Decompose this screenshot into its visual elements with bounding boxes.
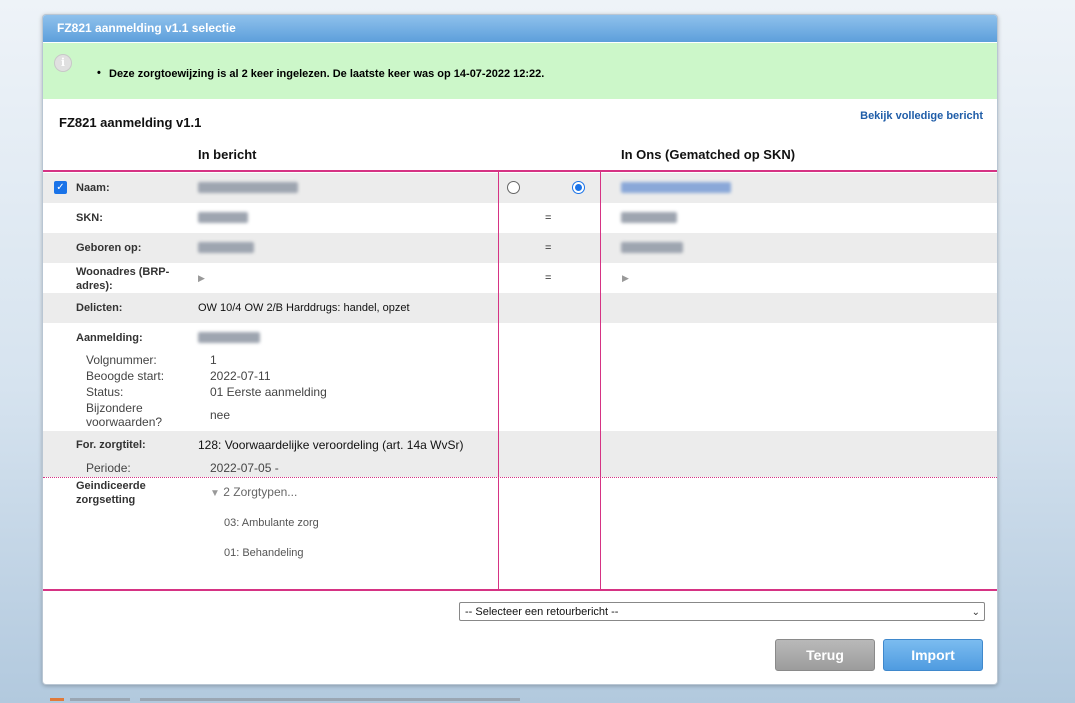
woonadres-ons-expand-icon[interactable]: ▶	[622, 273, 629, 284]
row-zorgtitel	[43, 431, 997, 477]
row-delicten	[43, 293, 997, 323]
delicten-value: OW 10/4 OW 2/B Harddrugs: handel, opzet	[198, 302, 410, 314]
notice-text: Deze zorgtoewijzing is al 2 keer ingelez…	[97, 67, 544, 80]
label-geboren: Geboren op:	[76, 242, 142, 254]
chevron-down-icon: ⌄	[971, 607, 980, 618]
label-skn: SKN:	[76, 212, 103, 224]
label-volgnummer: Volgnummer:	[86, 353, 157, 367]
section-title: FZ821 aanmelding v1.1	[59, 115, 202, 130]
label-periode: Periode:	[86, 461, 131, 475]
retourbericht-select-value: -- Selecteer een retourbericht --	[465, 606, 619, 618]
bijzondere-voorwaarden-value: nee	[210, 408, 231, 422]
label-aanmelding: Aanmelding:	[76, 332, 143, 344]
triangle-down-icon: ▼	[210, 488, 220, 499]
zorgtype-item: 01: Behandeling	[224, 547, 304, 559]
column-divider-left	[498, 172, 499, 589]
naam-checkbox[interactable]: ✓	[54, 181, 67, 194]
woonadres-message-expand-icon[interactable]: ▶	[198, 273, 205, 284]
geboren-ons-redacted	[621, 242, 683, 253]
info-icon: i	[54, 54, 72, 72]
status-value: 01 Eerste aanmelding	[210, 385, 327, 399]
column-header-ons: In Ons (Gematched op SKN)	[621, 147, 796, 162]
footer-divider	[43, 589, 997, 591]
view-full-message-link[interactable]: Bekijk volledige bericht	[860, 110, 983, 122]
naam-message-redacted	[198, 182, 298, 193]
label-delicten: Delicten:	[76, 302, 123, 314]
notice-panel: i Deze zorgtoewijzing is al 2 keer ingel…	[43, 43, 997, 99]
woonadres-compare: =	[545, 272, 552, 284]
label-bijzondere-voorwaarden: Bijzondere voorwaarden?	[86, 401, 163, 429]
naam-radio-message[interactable]	[507, 181, 520, 194]
footer-strip	[50, 696, 550, 703]
zorgtypen-toggle-label: 2 Zorgtypen...	[223, 485, 298, 499]
row-naam	[43, 173, 997, 203]
dialog-title: FZ821 aanmelding v1.1 selectie	[43, 15, 997, 42]
column-header-message: In bericht	[198, 147, 257, 162]
retourbericht-select[interactable]: -- Selecteer een retourbericht -- ⌄	[459, 602, 985, 621]
aanmelding-redacted	[198, 332, 260, 343]
naam-radio-ons[interactable]	[572, 181, 585, 194]
periode-value: 2022-07-05 -	[210, 461, 279, 475]
label-status: Status:	[86, 385, 124, 399]
label-beoogde-start: Beoogde start:	[86, 369, 165, 383]
skn-message-redacted	[198, 212, 248, 223]
zorgtitel-divider	[43, 477, 997, 478]
naam-ons-redacted	[621, 182, 731, 193]
geboren-message-redacted	[198, 242, 254, 253]
geboren-compare: =	[545, 242, 552, 254]
zorgtype-item: 03: Ambulante zorg	[224, 517, 319, 529]
label-naam: Naam:	[76, 182, 110, 194]
skn-ons-redacted	[621, 212, 677, 223]
back-button[interactable]: Terug	[775, 639, 875, 671]
import-dialog: FZ821 aanmelding v1.1 selectie i Deze zo…	[42, 14, 998, 685]
volgnummer-value: 1	[210, 353, 217, 367]
import-button[interactable]: Import	[883, 639, 983, 671]
row-geboren	[43, 233, 997, 263]
skn-compare: =	[545, 212, 552, 224]
zorgtypen-toggle[interactable]: ▼ 2 Zorgtypen...	[210, 485, 297, 499]
column-divider-right	[600, 172, 601, 589]
beoogde-start-value: 2022-07-11	[210, 369, 271, 383]
label-woonadres: Woonadres (BRP-adres):	[76, 266, 170, 292]
zorgtitel-value: 128: Voorwaardelijke veroordeling (art. …	[198, 438, 464, 452]
label-zorgsetting: Geindiceerde zorgsetting	[76, 480, 146, 506]
header-divider	[43, 170, 997, 172]
label-zorgtitel: For. zorgtitel:	[76, 439, 146, 451]
